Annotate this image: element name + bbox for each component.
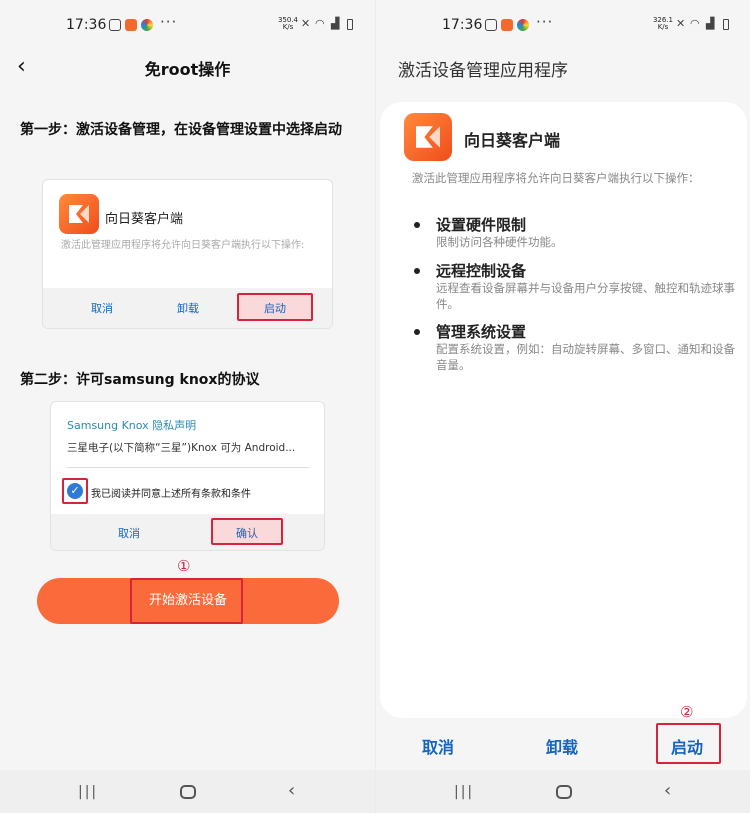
more-notifications-icon: ··· [160, 13, 178, 31]
status-bar: 17:36 ··· 350.4 K/s ✕ ◠ ▟ [0, 0, 375, 48]
cancel-button[interactable]: 取消 [422, 734, 454, 758]
confirm-button[interactable]: 确认 [211, 525, 283, 541]
permission-desc: 配置系统设置，例如：自动旋转屏幕、多窗口、通知和设备音量。 [436, 342, 735, 372]
cancel-button[interactable]: 取消 [81, 300, 123, 316]
battery-icon [347, 19, 353, 30]
permission-desc: 限制访问各种硬件功能。 [436, 235, 563, 249]
permission-title: 设置硬件限制 [436, 216, 527, 234]
network-speed: 350.4 K/s [277, 16, 299, 31]
step-marker-2: ② [680, 703, 694, 721]
activate-button[interactable]: 启动 [237, 300, 313, 316]
gallery-notification-icon [109, 19, 121, 31]
more-notifications-icon: ··· [536, 13, 554, 31]
navigation-bar: ||| ‹ [376, 770, 750, 813]
gallery-notification-icon [485, 19, 497, 31]
app-icon [59, 194, 99, 234]
signal-icon: ▟ [331, 17, 340, 30]
battery-icon [723, 19, 729, 30]
nav-back-icon[interactable]: ‹ [288, 780, 295, 801]
agree-checkbox-label: 我已阅读并同意上述所有条款和条件 [91, 489, 251, 500]
mute-icon: ✕ [301, 17, 311, 30]
step-marker-1: ① [177, 557, 191, 575]
page-title: 激活设备管理应用程序 [398, 61, 568, 81]
nav-recent-icon[interactable]: ||| [78, 784, 98, 800]
nav-recent-icon[interactable]: ||| [454, 784, 474, 800]
knox-agreement-card: Samsung Knox 隐私声明 三星电子(以下简称“三星”)Knox 可为 … [50, 401, 325, 551]
app-icon [404, 113, 452, 161]
wifi-icon: ◠ [315, 17, 325, 30]
card-footer: 取消 卸载 启动 [43, 288, 332, 328]
signal-icon: ▟ [706, 17, 715, 30]
device-admin-sheet: 向日葵客户端 激活此管理应用程序将允许向日葵客户端执行以下操作： 设置硬件限制 … [380, 102, 747, 718]
color-notification-icon [141, 19, 153, 31]
sunlogin-notification-icon [501, 19, 513, 31]
divider [67, 467, 309, 468]
status-time: 17:36 [66, 17, 107, 33]
left-screen: 17:36 ··· 350.4 K/s ✕ ◠ ▟ ‹ 免root操作 第一步：… [0, 0, 375, 813]
color-notification-icon [517, 19, 529, 31]
uninstall-button[interactable]: 卸载 [546, 734, 578, 758]
admin-description: 激活此管理应用程序将允许向日葵客户端执行以下操作： [412, 171, 700, 185]
nav-back-icon[interactable]: ‹ [664, 780, 671, 801]
status-bar: 17:36 ··· 326.1 K/s ✕ ◠ ▟ [376, 0, 750, 48]
uninstall-button[interactable]: 卸载 [167, 300, 209, 316]
check-icon[interactable]: ✓ [67, 483, 83, 499]
status-time: 17:36 [442, 17, 483, 33]
bullet-icon [414, 329, 420, 335]
start-activation-label: 开始激活设备 [148, 593, 227, 608]
permission-title: 远程控制设备 [436, 262, 527, 280]
bullet-icon [414, 222, 420, 228]
mute-icon: ✕ [676, 17, 686, 30]
activate-button[interactable]: 启动 [671, 734, 703, 758]
knox-title: Samsung Knox 隐私声明 [67, 419, 197, 432]
permission-title: 管理系统设置 [436, 323, 527, 341]
start-activation-button[interactable]: 开始激活设备 [37, 578, 339, 624]
permission-desc: 远程查看设备屏幕并与设备用户分享按键、触控和轨迹球事件。 [436, 281, 735, 311]
knox-body: 三星电子(以下简称“三星”)Knox 可为 Android... [67, 442, 296, 454]
page-title: 免root操作 [144, 60, 231, 79]
app-name: 向日葵客户端 [105, 212, 184, 227]
device-admin-preview-card: 向日葵客户端 激活此管理应用程序将允许向日葵客户端执行以下操作: 取消 卸载 启… [42, 179, 333, 329]
cancel-button[interactable]: 取消 [107, 525, 151, 541]
app-name: 向日葵客户端 [464, 131, 561, 150]
nav-home-icon[interactable] [556, 785, 572, 799]
bullet-icon [414, 268, 420, 274]
navigation-bar: ||| ‹ [0, 770, 375, 813]
card-footer: 取消 确认 [51, 514, 324, 550]
step1-title: 第一步：激活设备管理，在设备管理设置中选择启动 [20, 122, 342, 138]
wifi-icon: ◠ [690, 17, 700, 30]
step2-title: 第二步：许可samsung knox的协议 [20, 372, 260, 388]
network-speed: 326.1 K/s [652, 16, 674, 31]
sunlogin-notification-icon [125, 19, 137, 31]
nav-home-icon[interactable] [180, 785, 196, 799]
right-screen: 17:36 ··· 326.1 K/s ✕ ◠ ▟ 激活设备管理应用程序 向日葵… [375, 0, 750, 813]
card-description: 激活此管理应用程序将允许向日葵客户端执行以下操作: [61, 240, 305, 251]
